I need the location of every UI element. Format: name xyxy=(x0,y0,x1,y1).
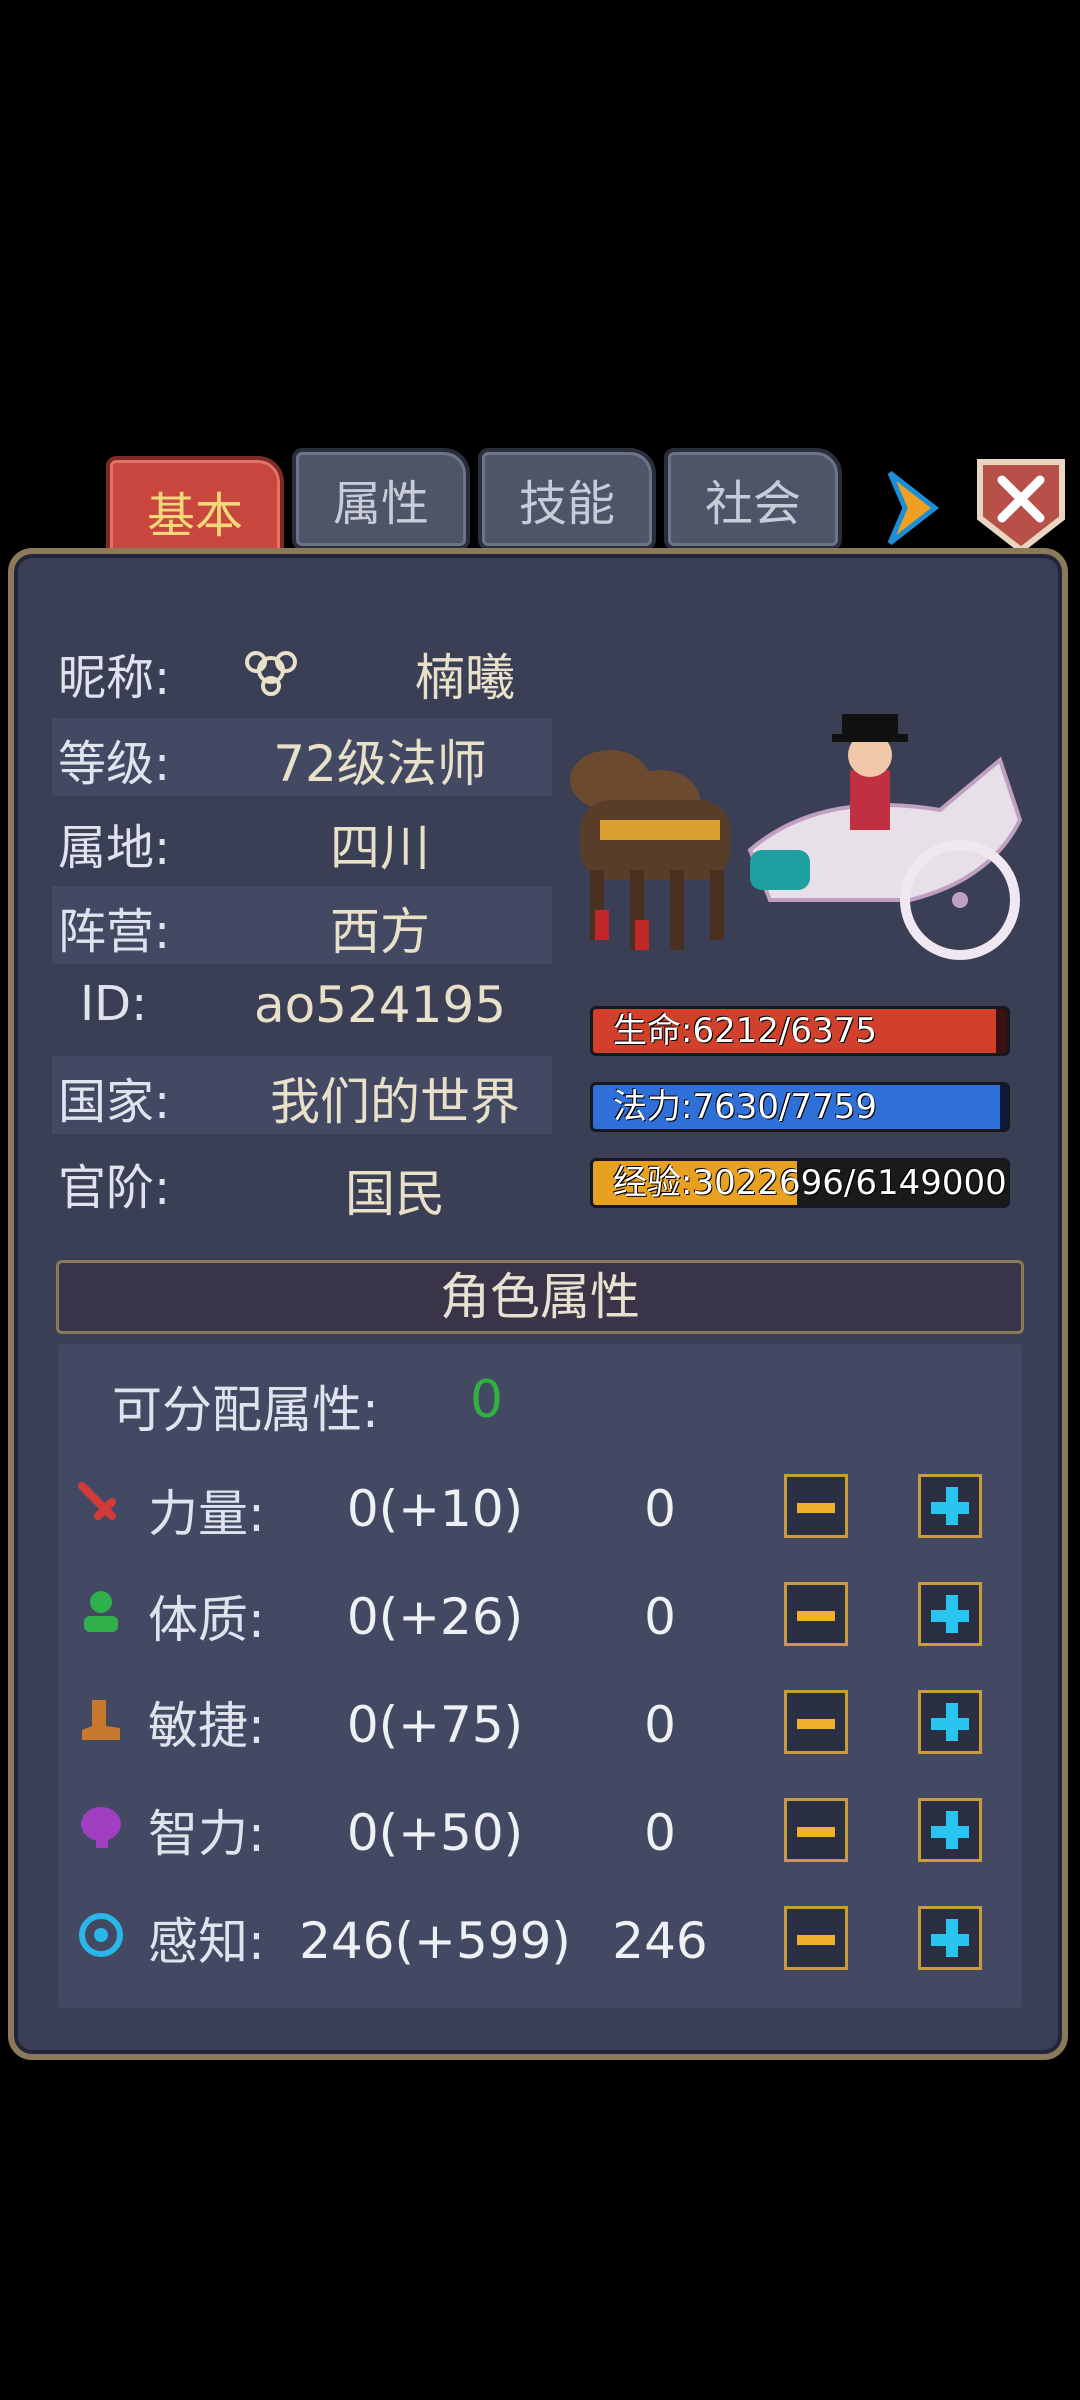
free-points-value: 0 xyxy=(470,1370,504,1430)
character-sprite xyxy=(520,700,1050,990)
attribute-label: 敏捷: xyxy=(148,1697,265,1755)
boot-icon xyxy=(78,1696,124,1742)
attribute-base: 0(+75) xyxy=(346,1696,524,1754)
attribute-alloc: 246 xyxy=(612,1912,708,1970)
rank-value: 国民 xyxy=(345,1165,445,1223)
close-button[interactable] xyxy=(974,456,1068,556)
attribute-alloc: 0 xyxy=(644,1588,676,1646)
sword-icon xyxy=(78,1482,124,1528)
nickname-label: 昵称: xyxy=(58,650,171,706)
perception-minus-button[interactable] xyxy=(784,1906,848,1970)
camp-label: 阵营: xyxy=(58,904,171,960)
exp-bar-text: 经验:3022696/6149000 xyxy=(613,1163,1007,1203)
exp-bar: 经验:3022696/6149000 xyxy=(590,1158,1010,1208)
attribute-label: 感知: xyxy=(148,1913,265,1971)
tab-skills[interactable]: 技能 xyxy=(478,448,656,550)
constitution-minus-button[interactable] xyxy=(784,1582,848,1646)
region-value: 四川 xyxy=(330,819,430,877)
perception-plus-button[interactable] xyxy=(918,1906,982,1970)
flower-icon xyxy=(236,640,306,700)
id-value: ao524195 xyxy=(253,976,507,1034)
body-icon xyxy=(78,1588,124,1634)
constitution-plus-button[interactable] xyxy=(918,1582,982,1646)
attribute-label: 力量: xyxy=(148,1485,265,1543)
camp-value: 西方 xyxy=(330,903,430,961)
next-arrow-icon[interactable] xyxy=(880,468,940,548)
free-points-label: 可分配属性: xyxy=(112,1381,379,1439)
id-label: ID: xyxy=(80,976,148,1032)
attribute-base: 246(+599) xyxy=(299,1912,571,1970)
attribute-base: 0(+26) xyxy=(346,1588,524,1646)
mp-bar-text: 法力:7630/7759 xyxy=(613,1087,877,1127)
intelligence-minus-button[interactable] xyxy=(784,1798,848,1862)
rank-label: 官阶: xyxy=(58,1160,171,1216)
attribute-alloc: 0 xyxy=(644,1480,676,1538)
agility-plus-button[interactable] xyxy=(918,1690,982,1754)
attribute-alloc: 0 xyxy=(644,1804,676,1862)
tab-attributes[interactable]: 属性 xyxy=(292,448,470,550)
mp-bar: 法力:7630/7759 xyxy=(590,1082,1010,1132)
eye-icon xyxy=(78,1912,124,1958)
hp-bar: 生命:6212/6375 xyxy=(590,1006,1010,1056)
level-value: 72级法师 xyxy=(273,735,487,793)
attribute-base: 0(+10) xyxy=(346,1480,524,1538)
strength-plus-button[interactable] xyxy=(918,1474,982,1538)
country-label: 国家: xyxy=(58,1074,171,1130)
hp-bar-text: 生命:6212/6375 xyxy=(613,1011,877,1051)
country-value: 我们的世界 xyxy=(270,1073,520,1131)
intelligence-plus-button[interactable] xyxy=(918,1798,982,1862)
attribute-label: 智力: xyxy=(148,1805,265,1863)
region-label: 属地: xyxy=(58,820,171,876)
tab-social[interactable]: 社会 xyxy=(664,448,842,550)
brain-icon xyxy=(78,1804,124,1850)
attribute-base: 0(+50) xyxy=(346,1804,524,1862)
level-label: 等级: xyxy=(58,736,171,792)
attributes-title: 角色属性 xyxy=(440,1268,640,1326)
strength-minus-button[interactable] xyxy=(784,1474,848,1538)
attribute-label: 体质: xyxy=(148,1591,265,1649)
agility-minus-button[interactable] xyxy=(784,1690,848,1754)
attribute-alloc: 0 xyxy=(644,1696,676,1754)
